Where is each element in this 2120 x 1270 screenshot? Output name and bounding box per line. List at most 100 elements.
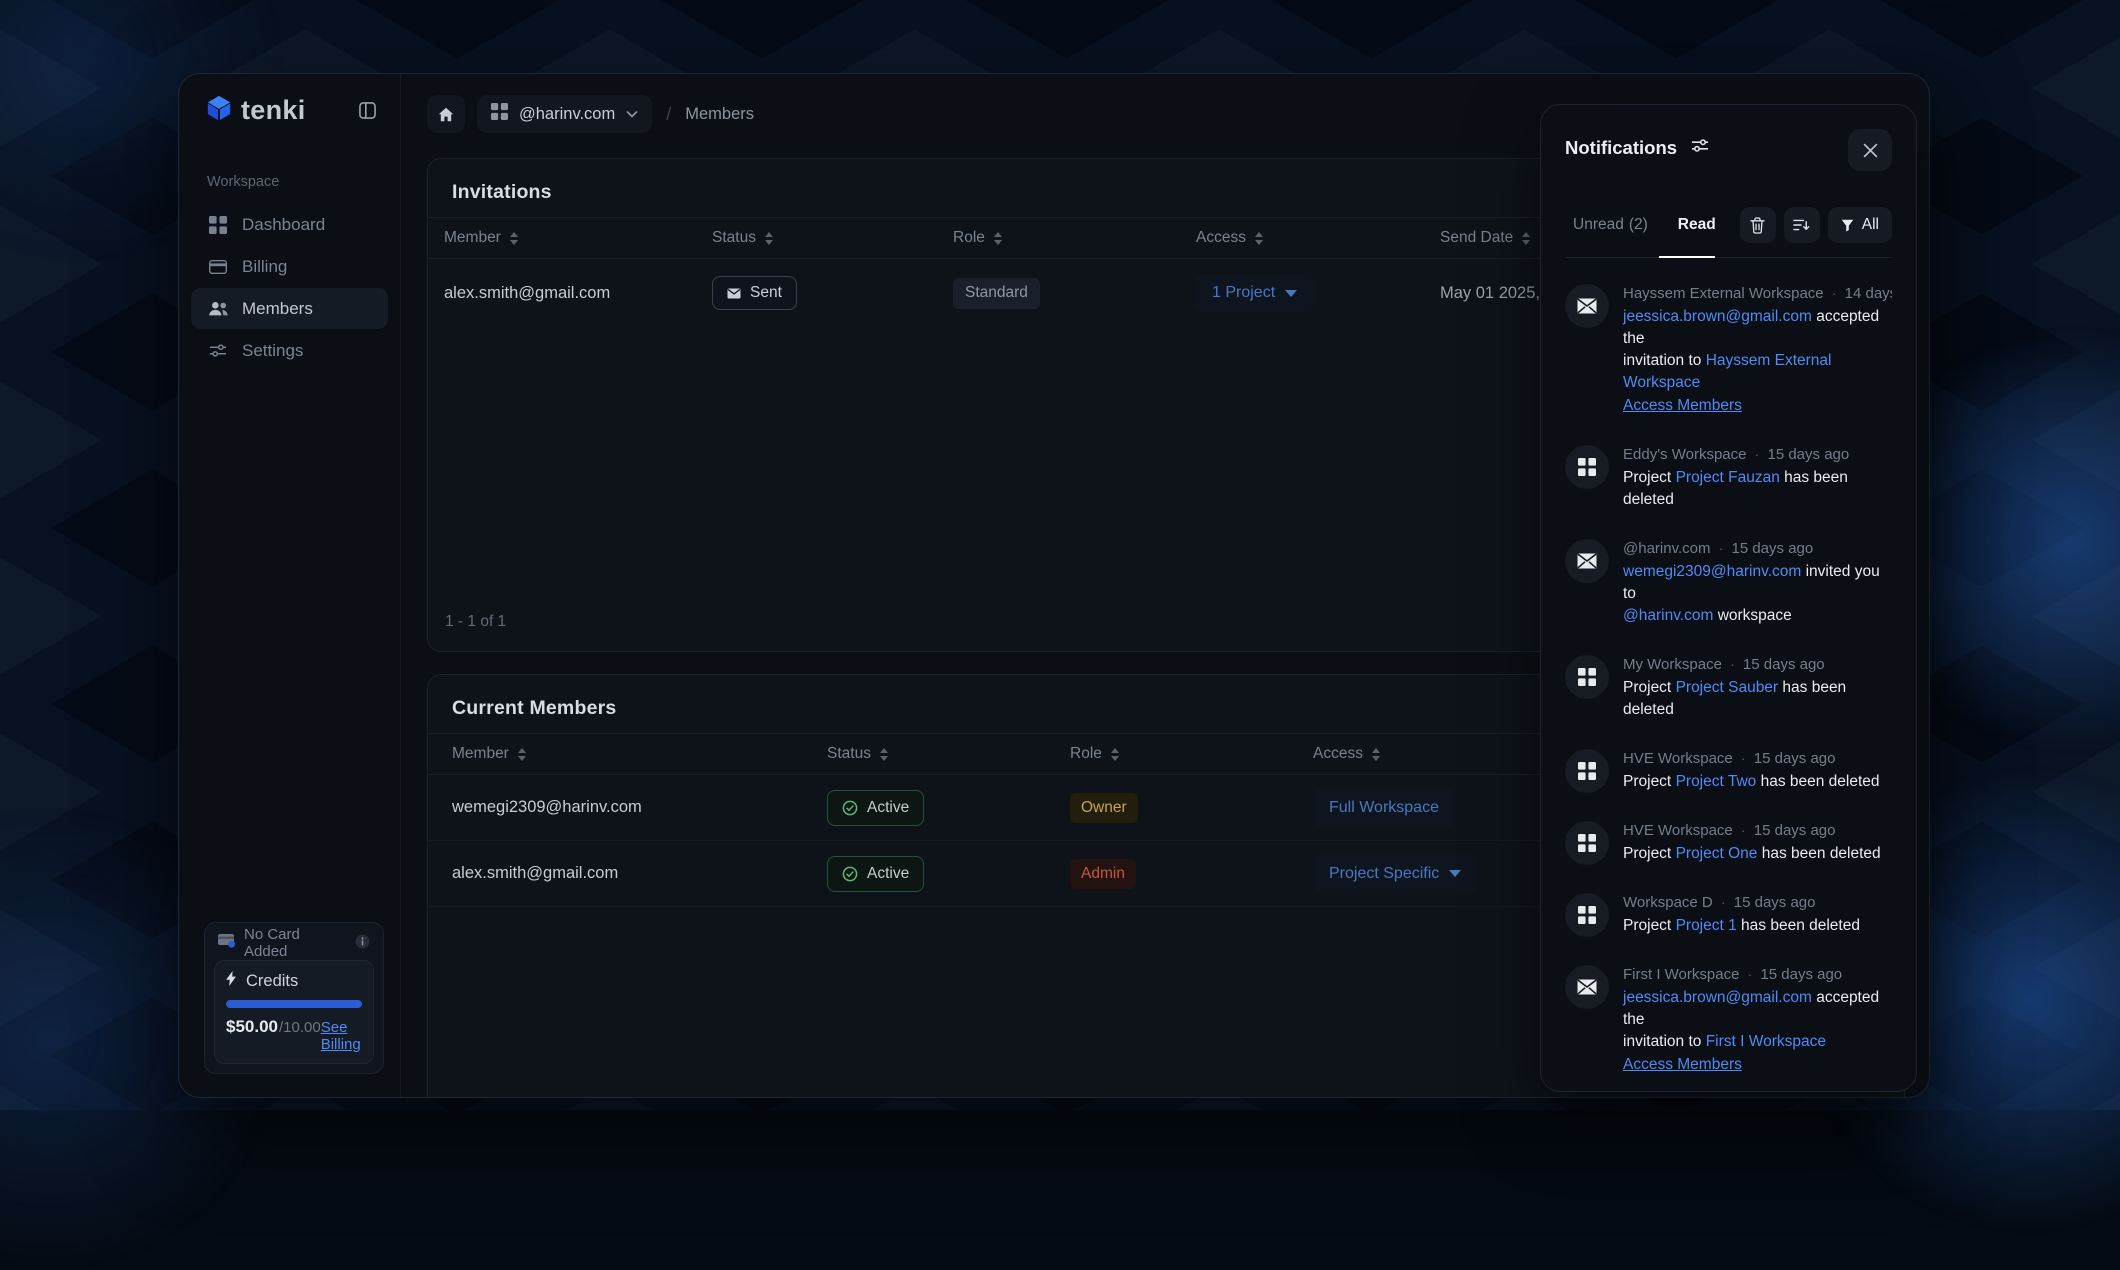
notification-meta: HVE Workspace·15 days ago <box>1623 822 1892 839</box>
credits-progress-fill <box>226 1000 362 1008</box>
column-header-member[interactable]: Member <box>452 745 827 763</box>
status-badge-active: Active <box>827 856 924 892</box>
sort-notifications-button[interactable] <box>1784 207 1820 243</box>
billing-icon <box>207 260 229 274</box>
sliders-icon[interactable] <box>1691 139 1709 157</box>
workspace-name: @harinv.com <box>519 105 615 124</box>
breadcrumb-separator: / <box>666 104 671 125</box>
tab-read[interactable]: Read <box>1678 216 1716 234</box>
column-header-role[interactable]: Role <box>953 229 1196 247</box>
workspace-grid-icon <box>1565 821 1609 865</box>
brand-logo: tenki <box>205 95 306 126</box>
access-dropdown[interactable]: 1 Project <box>1196 274 1313 312</box>
close-button[interactable] <box>1848 129 1892 171</box>
sort-icon <box>1255 232 1263 245</box>
workspace-switcher[interactable]: @harinv.com <box>477 95 652 133</box>
credit-card-icon <box>218 934 236 952</box>
column-header-role[interactable]: Role <box>1070 745 1313 763</box>
sidebar-item-settings[interactable]: Settings <box>191 330 388 371</box>
credits-card: No Card Added Credits $50.00 <box>204 922 384 1074</box>
chevron-down-icon <box>626 105 638 123</box>
notification-item[interactable]: Hayssem External Workspace·14 days ago je… <box>1565 284 1892 417</box>
sidebar-item-label: Settings <box>242 341 303 361</box>
workspace-grid-icon <box>1565 655 1609 699</box>
status-badge-active: Active <box>827 790 924 826</box>
tab-unread[interactable]: Unread(2) <box>1573 216 1648 234</box>
role-badge: Standard <box>953 278 1040 309</box>
pagination-label: 1 - 1 of 1 <box>445 613 506 631</box>
access-label[interactable]: Full Workspace <box>1313 789 1455 827</box>
role-badge-admin: Admin <box>1070 859 1136 889</box>
column-header-status[interactable]: Status <box>827 745 1070 763</box>
sidebar: tenki Workspace Dashboard Billing <box>179 74 401 1097</box>
workspace-grid-icon <box>1565 445 1609 489</box>
notification-text: jeessica.brown@gmail.com accepted theinv… <box>1623 987 1892 1053</box>
column-header-access[interactable]: Access <box>1196 229 1440 247</box>
access-dropdown[interactable]: Project Specific <box>1313 855 1477 893</box>
members-icon <box>207 301 229 316</box>
info-icon[interactable] <box>355 934 370 953</box>
chevron-down-icon <box>1449 870 1461 877</box>
invitations-title: Invitations <box>452 181 552 204</box>
mail-icon <box>1565 539 1609 583</box>
current-members-title: Current Members <box>452 697 616 720</box>
workspace-grid-icon <box>1565 749 1609 793</box>
credits-limit: /10.00 <box>279 1019 321 1036</box>
home-button[interactable] <box>427 95 465 133</box>
cube-logo-icon <box>205 95 233 126</box>
sidebar-item-dashboard[interactable]: Dashboard <box>191 204 388 245</box>
sort-icon <box>1522 232 1530 245</box>
settings-icon <box>207 344 229 357</box>
credits-row: Credits <box>226 970 362 992</box>
see-billing-link[interactable]: See Billing <box>321 1019 362 1053</box>
column-header-status[interactable]: Status <box>712 229 953 247</box>
invitation-member-email: alex.smith@gmail.com <box>444 284 610 303</box>
member-email: alex.smith@gmail.com <box>452 864 618 883</box>
credits-amount: $50.00 <box>226 1017 278 1037</box>
notification-text: jeessica.brown@gmail.com accepted theinv… <box>1623 306 1892 394</box>
notification-item[interactable]: My Workspace·15 days agoProject Project … <box>1565 655 1892 721</box>
breadcrumb-page: Members <box>685 105 754 124</box>
notification-item[interactable]: Eddy's Workspace·15 days agoProject Proj… <box>1565 445 1892 511</box>
notification-meta: HVE Workspace·15 days ago <box>1623 750 1892 767</box>
dashboard-icon <box>207 216 229 234</box>
active-tab-underline <box>1659 256 1715 258</box>
home-icon <box>438 107 454 122</box>
notification-item[interactable]: First I Workspace·15 days agojeessica.br… <box>1565 965 1892 1076</box>
sidebar-item-billing[interactable]: Billing <box>191 246 388 287</box>
no-card-label: No Card Added <box>244 926 339 960</box>
column-header-member[interactable]: Member <box>444 229 712 247</box>
notification-text: Project Project 1 has been deleted <box>1623 915 1892 937</box>
notification-text: wemegi2309@harinv.com invited you to@har… <box>1623 561 1892 627</box>
close-icon <box>1863 143 1878 158</box>
sidebar-item-members[interactable]: Members <box>191 288 388 329</box>
notifications-tabs: Unread(2) Read All <box>1565 207 1892 258</box>
filter-all-button[interactable]: All <box>1828 207 1892 243</box>
status-badge-sent: Sent <box>712 276 797 310</box>
sort-icon <box>510 232 518 245</box>
notification-item[interactable]: HVE Workspace·15 days agoProject Project… <box>1565 821 1892 865</box>
credits-box: Credits $50.00 /10.00 See Billing <box>214 960 374 1064</box>
delete-notifications-button[interactable] <box>1740 207 1776 243</box>
sidebar-item-label: Dashboard <box>242 215 325 235</box>
notification-item[interactable]: @harinv.com·15 days ago wemegi2309@harinv… <box>1565 539 1892 627</box>
access-members-link[interactable]: Access Members <box>1623 1054 1742 1076</box>
credits-progress-bar <box>226 1000 362 1008</box>
notification-meta: Hayssem External Workspace·14 days ago <box>1623 285 1892 302</box>
bolt-icon <box>226 971 237 991</box>
notification-item[interactable]: Workspace D·15 days agoProject Project 1… <box>1565 893 1892 937</box>
brand-name: tenki <box>241 95 306 126</box>
sidebar-collapse-icon[interactable] <box>354 97 380 123</box>
sidebar-item-label: Members <box>242 299 313 319</box>
notification-item[interactable]: HVE Workspace·15 days agoProject Project… <box>1565 749 1892 793</box>
chevron-down-icon <box>1285 290 1297 297</box>
notification-meta: @harinv.com·15 days ago <box>1623 540 1892 557</box>
access-members-link[interactable]: Access Members <box>1623 395 1742 417</box>
notification-meta: Eddy's Workspace·15 days ago <box>1623 446 1892 463</box>
credits-label: Credits <box>246 972 298 991</box>
credits-amount-row: $50.00 /10.00 See Billing <box>226 1017 362 1053</box>
mail-icon <box>727 288 741 299</box>
check-circle-icon <box>842 866 858 882</box>
sort-icon <box>994 232 1002 245</box>
no-card-row: No Card Added <box>214 931 374 955</box>
